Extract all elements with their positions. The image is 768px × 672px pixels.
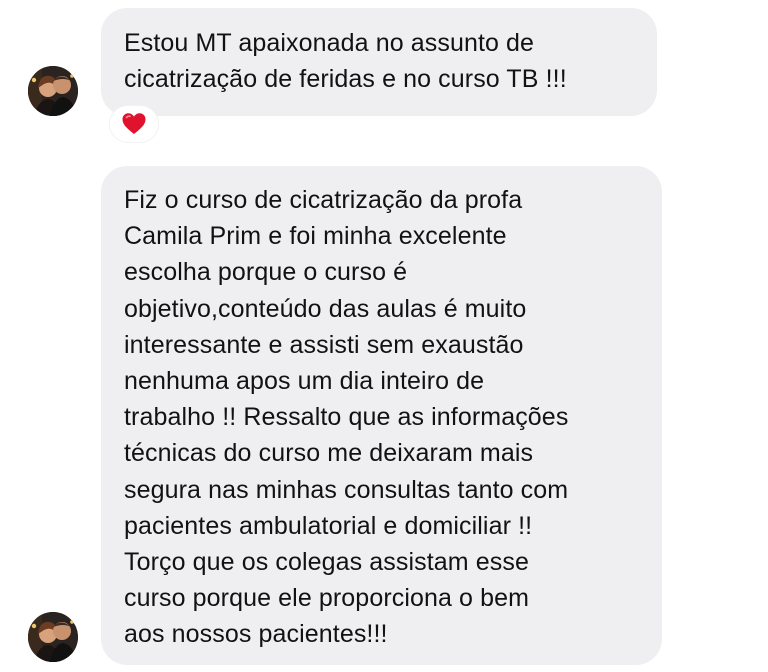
message-text-line: escolha porque o curso é bbox=[124, 258, 408, 287]
sender-avatar[interactable] bbox=[28, 66, 78, 116]
message-text-line: Torço que os colegas assistam esse bbox=[124, 548, 529, 577]
message-bubble[interactable]: Fiz o curso de cicatrização da profa Cam… bbox=[101, 166, 662, 665]
message-text-line: objetivo,conteúdo das aulas é muito bbox=[124, 294, 527, 323]
message-text-line: nenhuma apos um dia inteiro de bbox=[124, 367, 485, 396]
message-text-line: pacientes ambulatorial e domiciliar !! bbox=[124, 511, 533, 540]
message-text-line: segura nas minhas consultas tanto com bbox=[124, 475, 569, 504]
sender-avatar[interactable] bbox=[28, 612, 78, 662]
message-text-line: técnicas do curso me deixaram mais bbox=[124, 439, 534, 468]
message-text-line: interessante e assisti sem exaustão bbox=[124, 330, 524, 359]
avatar-photo bbox=[28, 612, 78, 662]
message-text-line: Estou MT apaixonada no assunto de bbox=[124, 29, 535, 57]
message-text-line: trabalho !! Ressalto que as informações bbox=[124, 403, 569, 432]
red-heart-icon bbox=[122, 113, 146, 134]
message-text-line: aos nossos pacientes!!! bbox=[124, 620, 388, 649]
message-text-line: cicatrização de feridas e no curso TB !!… bbox=[124, 65, 567, 94]
message-bubble[interactable]: Estou MT apaixonada no assunto de cicatr… bbox=[101, 8, 657, 116]
avatar-photo bbox=[28, 66, 78, 116]
message-text-line: curso porque ele proporciona o bem bbox=[124, 584, 530, 613]
reaction-badge[interactable] bbox=[110, 106, 158, 142]
message-text-line: Fiz o curso de cicatrização da profa bbox=[124, 186, 523, 214]
message-text-line: Camila Prim e foi minha excelente bbox=[124, 222, 507, 251]
